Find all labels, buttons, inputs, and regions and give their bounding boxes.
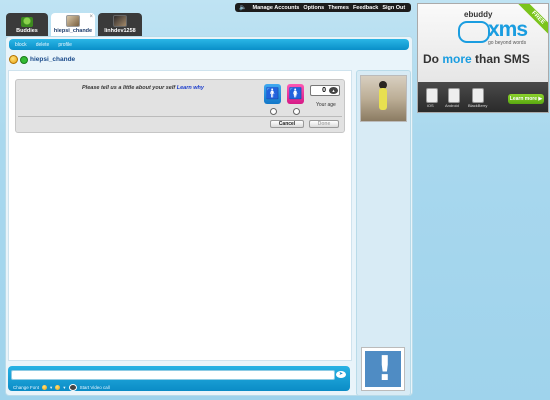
nudge-icon[interactable] — [55, 385, 61, 390]
tab-buddies[interactable]: Buddies — [6, 13, 48, 36]
block-link[interactable]: block — [15, 42, 27, 48]
chevron-down-icon[interactable]: ▾ — [50, 385, 52, 391]
compose-tools: Change Font ▾ ▾ Start Video call — [13, 384, 110, 391]
female-icon: 🚺 — [288, 87, 303, 100]
male-gender-button[interactable]: 🚹 — [264, 84, 281, 104]
profile-link[interactable]: profile — [58, 42, 72, 48]
avatar-column — [356, 70, 411, 396]
android-icon — [448, 88, 460, 103]
online-status-icon — [20, 55, 28, 64]
ad-tagline: go beyond words — [488, 40, 527, 46]
options-link[interactable]: Options — [303, 5, 324, 11]
tab-strip: Buddies × hiepsi_chande linhdev1258 — [6, 13, 142, 36]
platform-label: iOS — [427, 103, 434, 108]
buddy-avatar[interactable] — [360, 75, 407, 122]
age-label: Your age — [316, 102, 336, 108]
ebuddy-xms-ad[interactable]: ebuddy xms go beyond words FREE Do more … — [417, 3, 549, 113]
male-radio[interactable] — [270, 108, 277, 115]
chevron-down-icon[interactable]: ▾ — [63, 385, 65, 391]
ad-product: xms — [488, 18, 528, 41]
message-input[interactable] — [11, 370, 335, 380]
female-radio[interactable] — [293, 108, 300, 115]
platform-label: Android — [445, 103, 459, 108]
change-font-button[interactable]: Change Font — [13, 385, 39, 390]
age-stepper[interactable]: 0 ▲ — [310, 85, 340, 96]
avatar-photo — [66, 15, 80, 27]
emoticon-icon[interactable] — [42, 385, 48, 390]
smiley-icon — [9, 55, 18, 64]
manage-accounts-link[interactable]: Manage Accounts — [252, 5, 299, 11]
blackberry-icon — [472, 88, 484, 103]
sign-out-link[interactable]: Sign Out — [382, 5, 405, 11]
chat-user-header: hiepsi_chande — [9, 55, 75, 64]
profile-prompt: Please tell us a little about your self … — [15, 79, 345, 133]
tab-linhdev1258[interactable]: linhdev1258 — [98, 13, 142, 36]
feedback-link[interactable]: Feedback — [353, 5, 378, 11]
themes-link[interactable]: Themes — [328, 5, 349, 11]
tab-hiepsi-chande[interactable]: × hiepsi_chande — [51, 13, 95, 36]
speaker-icon[interactable]: 🔈 — [239, 4, 246, 11]
female-gender-button[interactable]: 🚺 — [287, 84, 304, 104]
buddies-icon — [21, 17, 33, 27]
close-icon[interactable]: × — [89, 14, 93, 20]
done-button[interactable]: Done — [309, 120, 339, 128]
compose-bar: ➤ Change Font ▾ ▾ Start Video call — [8, 366, 350, 391]
ios-icon — [426, 88, 438, 103]
ad-headline: Do more than SMS — [423, 52, 530, 66]
avatar-photo — [113, 15, 127, 27]
video-call-button[interactable]: Start Video call — [80, 385, 110, 390]
male-icon: 🚹 — [265, 87, 280, 100]
tab-label: linhdev1258 — [104, 28, 136, 34]
age-value: 0 — [322, 87, 326, 94]
send-icon[interactable]: ➤ — [336, 371, 346, 378]
chat-panel: block delete profile hiepsi_chande Pleas… — [5, 36, 413, 396]
delete-link[interactable]: delete — [36, 42, 50, 48]
learn-more-button[interactable]: Learn more ▶ — [508, 94, 544, 104]
tab-label: hiepsi_chande — [53, 28, 93, 34]
my-avatar[interactable] — [361, 347, 405, 391]
chat-username[interactable]: hiepsi_chande — [30, 56, 75, 63]
platform-label: BlackBerry — [468, 103, 488, 108]
account-menu-bar: 🔈 Manage Accounts Options Themes Feedbac… — [235, 3, 411, 12]
message-area[interactable]: Please tell us a little about your self … — [8, 70, 352, 361]
divider — [18, 116, 342, 117]
webcam-icon[interactable] — [68, 384, 77, 391]
action-bar: block delete profile — [9, 39, 409, 50]
cancel-button[interactable]: Cancel — [270, 120, 304, 128]
tab-label: Buddies — [16, 28, 38, 34]
xms-logo-icon — [458, 21, 490, 43]
stepper-arrows-icon[interactable]: ▲ — [329, 87, 338, 94]
learn-why-link[interactable]: Learn why — [177, 85, 204, 91]
default-avatar-icon — [365, 351, 401, 387]
profile-prompt-text: Please tell us a little about your self … — [82, 85, 204, 91]
